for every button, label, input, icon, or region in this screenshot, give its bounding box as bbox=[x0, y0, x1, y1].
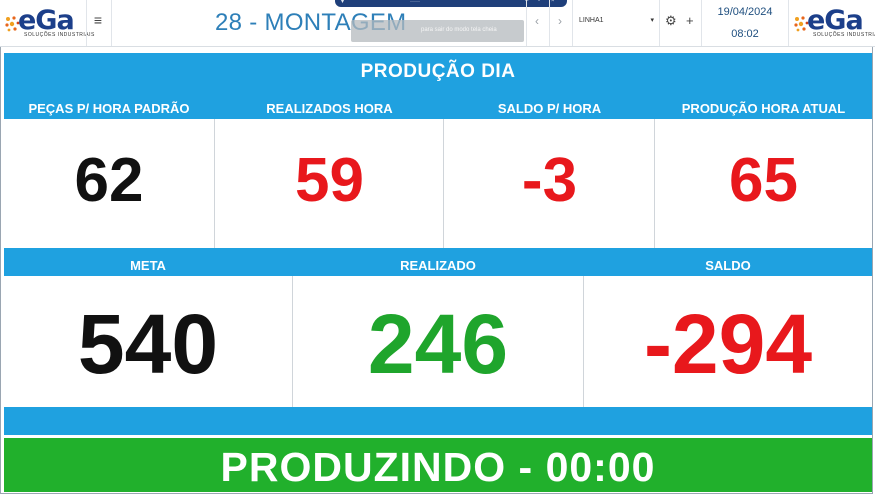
logo-subtitle: SOLUÇÕES INDUSTRIAIS bbox=[24, 32, 95, 38]
metric-label-standard-per-hour: PEÇAS P/ HORA PADRÃO bbox=[28, 101, 190, 116]
fullscreen-bar[interactable]: ▾ ····· – ▫ × bbox=[335, 0, 567, 7]
metric-value-done-hour: 59 bbox=[295, 146, 364, 215]
logo-subtitle: SOLUÇÕES INDUSTRIAIS bbox=[813, 32, 875, 38]
menu-icon[interactable]: ≡ bbox=[91, 12, 105, 30]
metric-value-done: 246 bbox=[367, 297, 509, 391]
day-metrics-row: 540 246 -294 bbox=[4, 276, 872, 407]
company-logo-left: eGa SOLUÇÕES INDUSTRIAIS bbox=[4, 5, 94, 41]
restore-icon[interactable]: ▫ bbox=[538, 0, 540, 4]
metric-value-goal: 540 bbox=[77, 297, 219, 391]
plus-icon[interactable]: + bbox=[686, 13, 694, 28]
company-logo-right: eGa SOLUÇÕES INDUSTRIAIS bbox=[793, 5, 875, 41]
metric-value-balance-hour: -3 bbox=[521, 146, 578, 215]
current-date: 19/04/2024 bbox=[717, 6, 773, 18]
close-icon[interactable]: × bbox=[551, 0, 555, 4]
line-select-value: LINHA1 bbox=[579, 17, 604, 24]
production-panel: PRODUÇÃO DIA PEÇAS P/ HORA PADRÃO REALIZ… bbox=[4, 53, 872, 435]
settings-icon[interactable]: ⚙ bbox=[665, 13, 677, 29]
metric-label-done-hour: REALIZADOS HORA bbox=[266, 101, 393, 116]
prev-arrow-icon[interactable]: ‹ bbox=[535, 14, 539, 28]
production-status-bar: PRODUZINDO - 00:00 bbox=[4, 438, 872, 492]
metric-label-current-hour: PRODUÇÃO HORA ATUAL bbox=[681, 101, 846, 116]
current-time: 08:02 bbox=[731, 28, 759, 40]
metric-value-standard-per-hour: 62 bbox=[74, 146, 144, 215]
fullscreen-tooltip: para sair do modo tela cheia bbox=[351, 20, 524, 42]
pin-icon: ▾ bbox=[341, 0, 345, 5]
hour-metrics-row: 62 59 -3 65 bbox=[4, 119, 872, 248]
metric-label-done: REALIZADO bbox=[400, 258, 476, 273]
next-arrow-icon[interactable]: › bbox=[558, 14, 562, 28]
panel-title: PRODUÇÃO DIA bbox=[360, 61, 516, 82]
metric-label-goal: META bbox=[130, 258, 166, 273]
fullscreen-bar-label: ····· bbox=[410, 0, 420, 5]
dropdown-caret-icon: ▾ bbox=[650, 17, 654, 24]
metric-value-balance: -294 bbox=[643, 297, 813, 391]
metric-label-balance-hour: SALDO P/ HORA bbox=[497, 101, 602, 116]
metric-label-balance: SALDO bbox=[705, 258, 751, 273]
line-select[interactable]: LINHA1 ▾ bbox=[575, 8, 658, 36]
fullscreen-tooltip-text: para sair do modo tela cheia bbox=[421, 27, 497, 33]
metric-value-current-hour: 65 bbox=[729, 146, 798, 215]
top-bar: eGa SOLUÇÕES INDUSTRIAIS ≡ 28 - MONTAGEM… bbox=[0, 0, 875, 47]
